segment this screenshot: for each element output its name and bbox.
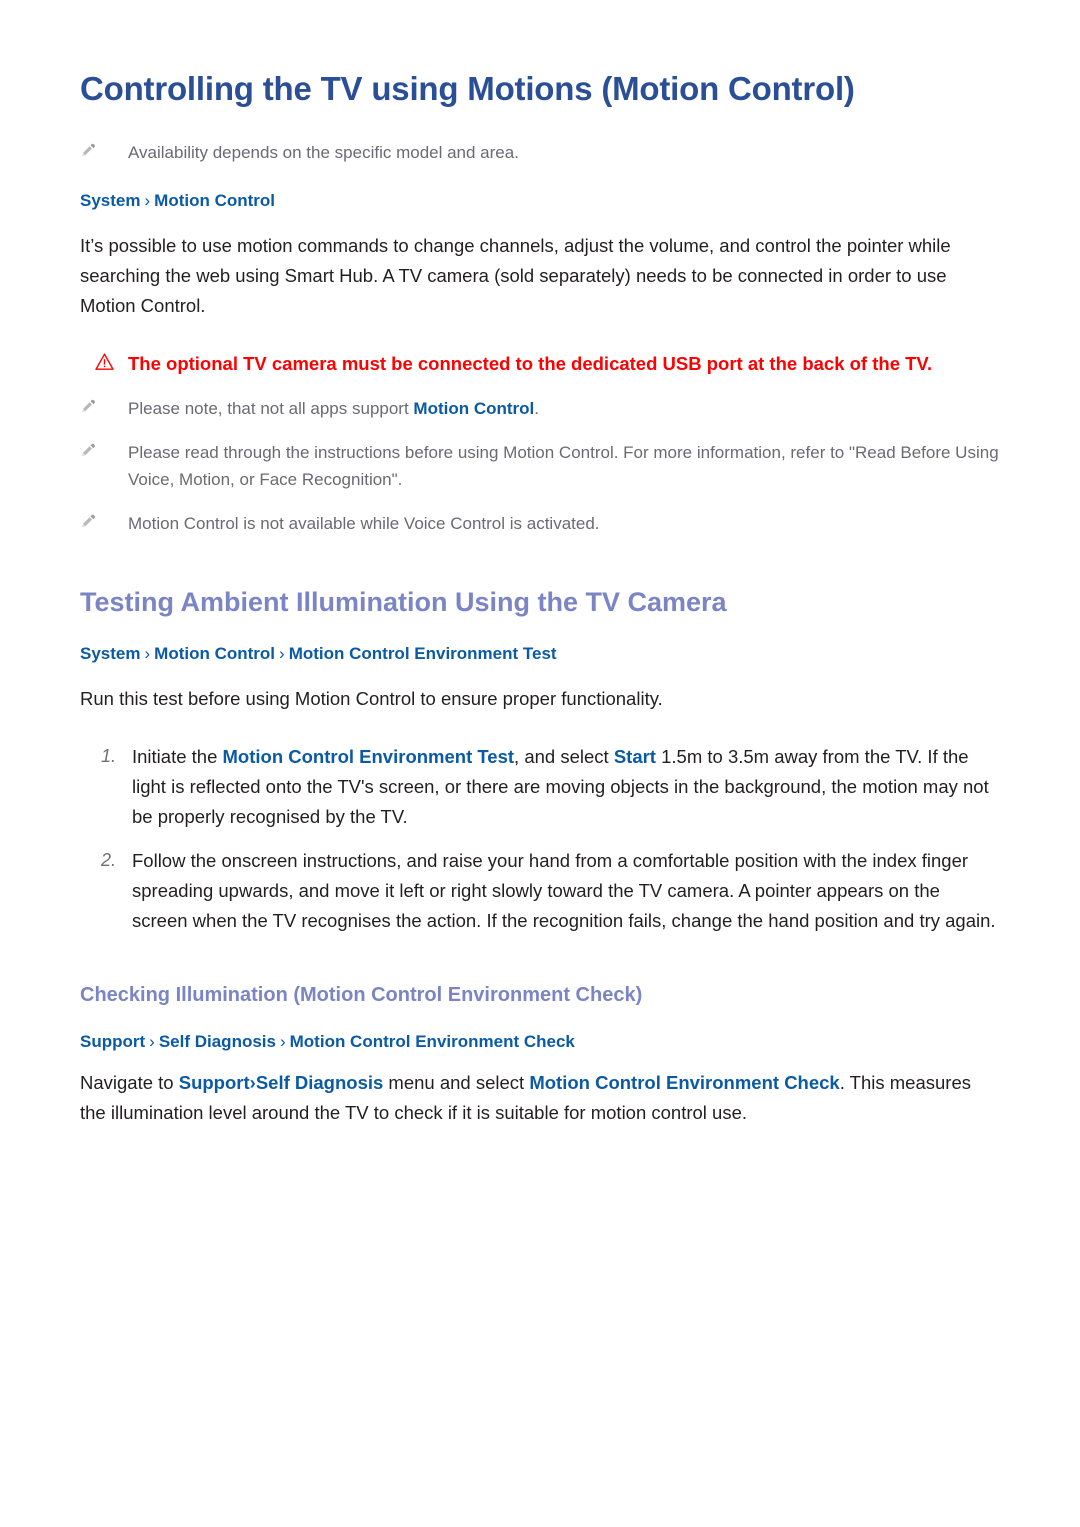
- breadcrumb-separator-icon: ›: [279, 1031, 286, 1051]
- section-heading-testing-ambient-illumination: Testing Ambient Illumination Using the T…: [80, 587, 727, 618]
- breadcrumb-path-motion-control[interactable]: System › Motion Control: [80, 167, 1000, 213]
- step-text: Initiate the Motion Control Environment …: [132, 742, 1000, 832]
- section-2-intro: Run this test before using Motion Contro…: [80, 688, 663, 710]
- step-text: Follow the onscreen instructions, and ra…: [132, 850, 996, 931]
- inline-link-self-diagnosis[interactable]: Self Diagnosis: [256, 1072, 383, 1093]
- pencil-icon: [80, 510, 128, 530]
- inline-link-start[interactable]: Start: [614, 746, 656, 767]
- intro-paragraph: It’s possible to use motion commands to …: [80, 234, 951, 316]
- breadcrumb-part[interactable]: System: [80, 644, 140, 663]
- breadcrumb-separator-icon: ›: [144, 644, 151, 664]
- note-text: Availability depends on the specific mod…: [128, 143, 519, 163]
- breadcrumb-separator-icon: ›: [149, 1031, 155, 1051]
- breadcrumb-part[interactable]: Support: [80, 1032, 145, 1051]
- breadcrumb-separator-icon: ›: [279, 644, 285, 664]
- caution-block: The optional TV camera must be connected…: [80, 320, 1000, 379]
- note-item: Please note, that not all apps support M…: [80, 379, 1000, 423]
- note-text-segment: Please note, that not all apps support: [128, 399, 414, 419]
- note-item: Motion Control is not available while Vo…: [80, 494, 1000, 538]
- breadcrumb-part[interactable]: Self Diagnosis: [159, 1032, 276, 1051]
- pencil-icon: [80, 395, 128, 415]
- section-heading-checking-illumination: Checking Illumination (Motion Control En…: [80, 983, 643, 1006]
- note-item: Please read through the instructions bef…: [80, 423, 1000, 494]
- pencil-icon: [80, 439, 128, 459]
- ordered-steps-list: 1. Initiate the Motion Control Environme…: [80, 714, 1000, 936]
- breadcrumb-part[interactable]: System: [80, 191, 140, 210]
- breadcrumb-part[interactable]: Motion Control Environment Check: [290, 1032, 575, 1051]
- inline-link-environment-check[interactable]: Motion Control Environment Check: [529, 1072, 839, 1093]
- step-text-segment: Initiate the: [132, 746, 223, 768]
- list-item: 1. Initiate the Motion Control Environme…: [80, 728, 1000, 832]
- step-number: 1.: [100, 746, 116, 767]
- breadcrumb-part[interactable]: Motion Control: [154, 644, 275, 663]
- section-3-paragraph: Navigate to Support›Self Diagnosis menu …: [80, 1054, 1000, 1128]
- note-item: Availability depends on the specific mod…: [80, 109, 1000, 167]
- note-text-segment: .: [534, 399, 540, 419]
- breadcrumb-part[interactable]: Motion Control: [154, 191, 275, 210]
- breadcrumb-part[interactable]: Motion Control Environment Test: [289, 644, 557, 663]
- breadcrumb-separator-icon: ›: [144, 190, 151, 210]
- caution-text: The optional TV camera must be connected…: [128, 353, 933, 375]
- breadcrumb-path-environment-check[interactable]: Support › Self Diagnosis › Motion Control En…: [80, 1008, 1000, 1054]
- step-text-segment: , and select: [514, 746, 614, 768]
- inline-link-support[interactable]: Support: [179, 1072, 250, 1093]
- paragraph-segment: menu and select: [383, 1071, 530, 1093]
- pencil-icon: [80, 139, 128, 159]
- warning-triangle-icon: [80, 350, 128, 371]
- step-number: 2.: [100, 850, 116, 871]
- breadcrumb-path-environment-test[interactable]: System › Motion Control › Motion Control Env…: [80, 620, 1000, 666]
- note-text: Please note, that not all apps support M…: [128, 395, 1000, 423]
- document-page: Controlling the TV using Motions (Motion…: [0, 0, 1080, 1527]
- list-item: 2. Follow the onscreen instructions, and…: [80, 832, 1000, 936]
- page-title: Controlling the TV using Motions (Motion…: [80, 70, 855, 107]
- note-text: Please read through the instructions bef…: [128, 442, 999, 490]
- paragraph-segment: Navigate to: [80, 1071, 179, 1093]
- note-text: Motion Control is not available while Vo…: [128, 513, 600, 533]
- inline-link-environment-test[interactable]: Motion Control Environment Test: [223, 746, 515, 767]
- inline-link-motion-control[interactable]: Motion Control: [413, 399, 534, 418]
